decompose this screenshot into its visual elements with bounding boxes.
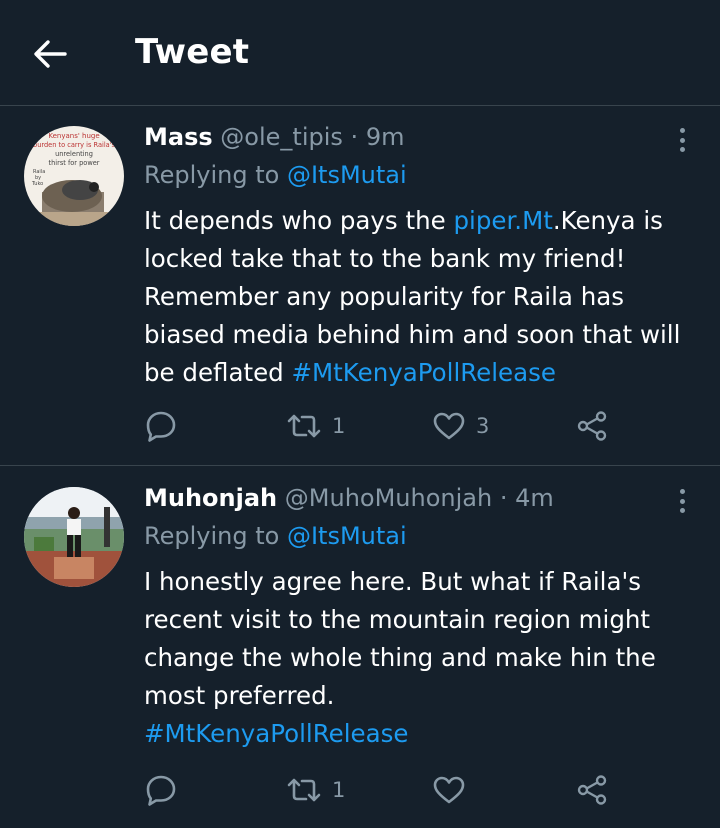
tweet-text-part: It depends who pays the bbox=[144, 206, 454, 235]
separator-dot: · bbox=[499, 484, 508, 512]
more-options-button[interactable] bbox=[670, 487, 694, 515]
svg-text:unrelenting: unrelenting bbox=[55, 150, 93, 158]
like-button[interactable] bbox=[432, 770, 476, 810]
top-app-bar: Tweet bbox=[0, 0, 720, 106]
like-icon bbox=[433, 776, 465, 804]
mention-link[interactable]: @ItsMutai bbox=[287, 161, 407, 189]
author-name[interactable]: Muhonjah bbox=[144, 484, 277, 512]
tweet-actions: 1 bbox=[144, 770, 614, 810]
tweet-meta: Muhonjah @MuhoMuhonjah · 4m bbox=[144, 481, 554, 515]
share-icon bbox=[577, 411, 607, 441]
tweet-meta: Mass @ole_tipis · 9m bbox=[144, 120, 404, 154]
tweet-reply[interactable]: Kenyans' huge burden to carry is Raila's… bbox=[0, 106, 720, 466]
share-button[interactable] bbox=[576, 406, 608, 446]
author-name[interactable]: Mass bbox=[144, 123, 213, 151]
avatar[interactable] bbox=[24, 487, 124, 587]
inline-link[interactable]: piper.Mt bbox=[453, 206, 552, 235]
like-count: 3 bbox=[476, 414, 490, 438]
replying-to: Replying to @ItsMutai bbox=[144, 519, 407, 553]
hashtag-link[interactable]: #MtKenyaPollRelease bbox=[144, 719, 408, 748]
timestamp: 4m bbox=[515, 484, 554, 512]
tweet-actions: 1 3 bbox=[144, 406, 614, 446]
tweet-text: I honestly agree here. But what if Raila… bbox=[144, 563, 704, 753]
mention-link[interactable]: @ItsMutai bbox=[287, 522, 407, 550]
replying-prefix: Replying to bbox=[144, 522, 280, 550]
back-button[interactable] bbox=[28, 34, 72, 74]
reply-icon bbox=[146, 411, 176, 442]
replying-prefix: Replying to bbox=[144, 161, 280, 189]
more-vertical-icon bbox=[679, 128, 685, 133]
back-arrow-icon bbox=[34, 40, 67, 68]
page-title: Tweet bbox=[135, 32, 250, 72]
tweet-text-part: I honestly agree here. But what if Raila… bbox=[144, 567, 656, 710]
svg-text:Tuko: Tuko bbox=[31, 181, 43, 187]
share-icon bbox=[577, 775, 607, 805]
retweet-count: 1 bbox=[332, 778, 346, 802]
tweet-reply[interactable]: Muhonjah @MuhoMuhonjah · 4m Replying to … bbox=[0, 467, 720, 828]
like-icon bbox=[433, 412, 465, 440]
retweet-button[interactable]: 1 bbox=[286, 770, 345, 810]
more-options-button[interactable] bbox=[670, 126, 694, 154]
avatar[interactable]: Kenyans' huge burden to carry is Raila's… bbox=[24, 126, 124, 226]
tweet-text: It depends who pays the piper.Mt.Kenya i… bbox=[144, 202, 704, 392]
retweet-icon bbox=[287, 778, 321, 802]
separator-dot: · bbox=[350, 123, 359, 151]
reply-button[interactable] bbox=[144, 770, 178, 810]
svg-text:thirst for power: thirst for power bbox=[49, 159, 100, 167]
timestamp: 9m bbox=[365, 123, 405, 151]
svg-text:burden to carry is Raila's: burden to carry is Raila's bbox=[33, 141, 116, 149]
avatar-caption: Kenyans' huge bbox=[48, 132, 99, 140]
retweet-count: 1 bbox=[332, 414, 346, 438]
more-vertical-icon bbox=[679, 489, 685, 494]
author-handle[interactable]: @ole_tipis bbox=[220, 123, 343, 151]
share-button[interactable] bbox=[576, 770, 608, 810]
retweet-button[interactable]: 1 bbox=[286, 406, 345, 446]
retweet-icon bbox=[287, 414, 321, 438]
like-button[interactable]: 3 bbox=[432, 406, 489, 446]
reply-icon bbox=[146, 775, 176, 806]
replying-to: Replying to @ItsMutai bbox=[144, 158, 407, 192]
author-handle[interactable]: @MuhoMuhonjah bbox=[285, 484, 492, 512]
reply-button[interactable] bbox=[144, 406, 178, 446]
hashtag-link[interactable]: #MtKenyaPollRelease bbox=[292, 358, 556, 387]
